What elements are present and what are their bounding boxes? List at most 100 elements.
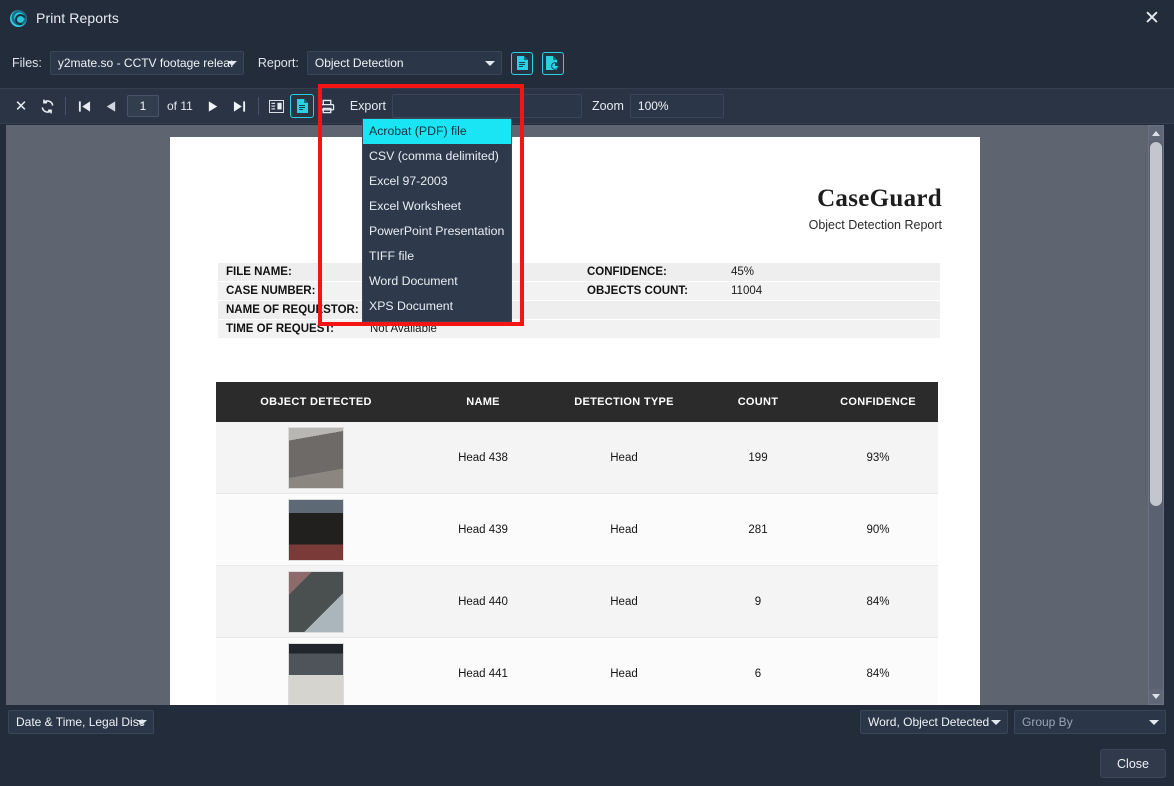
column-header: DETECTION TYPE	[550, 396, 698, 408]
info-key: CONFIDENCE:	[579, 266, 731, 278]
brand-name: CaseGuard	[809, 185, 942, 213]
report-subtitle: Object Detection Report	[809, 218, 942, 232]
title-bar: Print Reports ✕	[0, 0, 1174, 36]
word-object-dropdown-value: Word, Object Detected	[868, 715, 989, 729]
table-row[interactable]: Head 441 Head 6 84%	[216, 638, 938, 705]
print-icon[interactable]	[314, 93, 340, 119]
cancel-icon[interactable]: ✕	[8, 93, 34, 119]
caseguard-spiral-icon	[10, 10, 27, 27]
group-by-placeholder: Group By	[1022, 715, 1073, 729]
info-value: 11004	[731, 285, 762, 297]
chevron-down-icon	[1149, 720, 1159, 725]
close-button[interactable]: Close	[1100, 749, 1166, 778]
report-viewer: CaseGuard Object Detection Report FILE N…	[6, 125, 1158, 705]
report-branding: CaseGuard Object Detection Report	[809, 185, 942, 232]
report-info-right: CONFIDENCE: 45% OBJECTS COUNT: 11004	[579, 263, 940, 339]
info-row: TIME OF REQUEST: Not Available	[218, 320, 579, 339]
table-row[interactable]: Head 439 Head 281 90%	[216, 494, 938, 566]
export-menu-item-excel-worksheet[interactable]: Excel Worksheet	[363, 194, 511, 219]
count-cell: 6	[698, 668, 818, 680]
report-info-block: FILE NAME: .mp4 CASE NUMBER: NAME OF REQ…	[218, 263, 940, 339]
column-header: COUNT	[698, 396, 818, 408]
info-key: NAME OF REQUESTOR:	[218, 304, 370, 316]
export-menu-item-xps[interactable]: XPS Document	[363, 294, 511, 319]
single-page-view-icon[interactable]	[290, 94, 314, 118]
sort-dropdown-value: Date & Time, Legal Disc	[16, 715, 145, 729]
info-key: OBJECTS COUNT:	[579, 285, 731, 297]
first-page-icon[interactable]	[71, 93, 97, 119]
export-dropdown[interactable]	[392, 94, 582, 118]
info-row: CONFIDENCE: 45%	[579, 263, 940, 282]
column-header: NAME	[416, 396, 550, 408]
report-dropdown-value: Object Detection	[315, 56, 404, 70]
chevron-down-icon	[991, 720, 1001, 725]
head-thumbnail-icon	[288, 427, 344, 489]
scrollbar-thumb[interactable]	[1150, 142, 1162, 506]
head-thumbnail-icon	[288, 499, 344, 561]
group-by-dropdown[interactable]: Group By	[1014, 710, 1166, 734]
name-cell: Head 441	[416, 668, 550, 680]
viewer-toolbar: ✕ 1 of 11	[0, 88, 1174, 124]
confidence-cell: 93%	[818, 452, 938, 464]
zoom-dropdown[interactable]: 100%	[630, 94, 724, 118]
word-object-dropdown[interactable]: Word, Object Detected	[860, 710, 1008, 734]
object-thumbnail-cell	[216, 571, 416, 633]
count-cell: 281	[698, 524, 818, 536]
next-page-icon[interactable]	[201, 93, 227, 119]
type-cell: Head	[550, 596, 698, 608]
info-key: CASE NUMBER:	[218, 285, 370, 297]
files-dropdown[interactable]: y2mate.so - CCTV footage relea:	[50, 51, 244, 75]
type-cell: Head	[550, 452, 698, 464]
page-number-input[interactable]: 1	[127, 95, 159, 117]
report-dropdown[interactable]: Object Detection	[307, 51, 502, 75]
export-label: Export	[350, 99, 386, 113]
type-cell: Head	[550, 668, 698, 680]
bottom-bar: Date & Time, Legal Disc Word, Object Det…	[0, 708, 1174, 786]
info-row	[579, 301, 940, 320]
last-page-icon[interactable]	[227, 93, 253, 119]
object-thumbnail-cell	[216, 643, 416, 705]
multi-page-view-icon[interactable]	[264, 93, 290, 119]
sort-dropdown[interactable]: Date & Time, Legal Disc	[8, 710, 154, 734]
confidence-cell: 90%	[818, 524, 938, 536]
info-row	[579, 320, 940, 339]
document-chart-icon[interactable]	[542, 52, 564, 75]
zoom-value: 100%	[638, 99, 669, 113]
export-menu-item-pdf[interactable]: Acrobat (PDF) file	[363, 119, 511, 144]
head-thumbnail-icon	[288, 571, 344, 633]
scroll-down-button[interactable]	[1149, 689, 1163, 704]
head-thumbnail-icon	[288, 643, 344, 705]
export-menu-item-powerpoint[interactable]: PowerPoint Presentation	[363, 219, 511, 244]
close-icon[interactable]: ✕	[1140, 6, 1164, 30]
files-report-bar: Files: y2mate.so - CCTV footage relea: R…	[0, 44, 1174, 82]
info-key: FILE NAME:	[218, 266, 370, 278]
object-thumbnail-cell	[216, 427, 416, 489]
export-menu-item-tiff[interactable]: TIFF file	[363, 244, 511, 269]
window-title: Print Reports	[36, 10, 119, 26]
table-header-row: OBJECT DETECTED NAME DETECTION TYPE COUN…	[216, 382, 938, 422]
column-header: OBJECT DETECTED	[216, 396, 416, 408]
vertical-scrollbar[interactable]	[1148, 125, 1164, 705]
export-menu-item-excel97[interactable]: Excel 97-2003	[363, 169, 511, 194]
files-dropdown-value: y2mate.so - CCTV footage relea:	[58, 56, 233, 70]
report-page: CaseGuard Object Detection Report FILE N…	[170, 137, 980, 705]
name-cell: Head 440	[416, 596, 550, 608]
scroll-up-button[interactable]	[1149, 126, 1163, 141]
name-cell: Head 439	[416, 524, 550, 536]
table-row[interactable]: Head 438 Head 199 93%	[216, 422, 938, 494]
info-key: TIME OF REQUEST:	[218, 323, 370, 335]
table-row[interactable]: Head 440 Head 9 84%	[216, 566, 938, 638]
refresh-icon[interactable]	[34, 93, 60, 119]
document-icon[interactable]	[511, 52, 533, 75]
previous-page-icon[interactable]	[97, 93, 123, 119]
info-value: Not Available	[370, 323, 437, 335]
export-menu-item-csv[interactable]: CSV (comma delimited)	[363, 144, 511, 169]
chevron-down-icon	[227, 61, 237, 66]
export-menu-item-word[interactable]: Word Document	[363, 269, 511, 294]
count-cell: 9	[698, 596, 818, 608]
detections-table: OBJECT DETECTED NAME DETECTION TYPE COUN…	[216, 382, 938, 705]
zoom-label: Zoom	[592, 99, 624, 113]
export-dropdown-menu[interactable]: Acrobat (PDF) file CSV (comma delimited)…	[362, 118, 512, 322]
chevron-up-icon	[1152, 131, 1160, 136]
chevron-down-icon	[137, 720, 147, 725]
